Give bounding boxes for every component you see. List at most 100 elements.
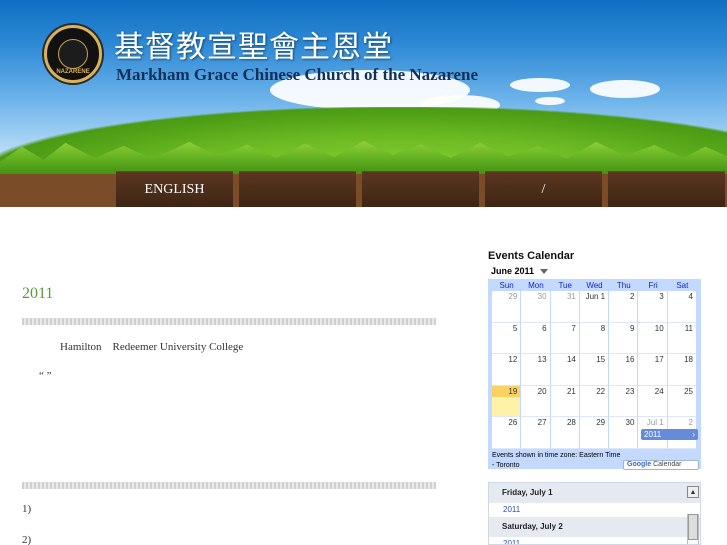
agenda-scrollbar[interactable]: ▲ [687, 486, 699, 544]
calendar-title: Events Calendar [488, 250, 575, 262]
calendar-widget: Sun Mon Tue Wed Thu Fri Sat 29 30 31 Jun… [488, 279, 701, 470]
weekday-label: Tue [558, 281, 572, 290]
day-number: 5 [512, 323, 518, 333]
day-number: 2 [629, 292, 635, 301]
calendar-day[interactable]: 24 [638, 385, 668, 418]
day-number: 27 [537, 418, 547, 428]
nav-item-english[interactable]: ENGLISH [116, 171, 233, 207]
nav-item-3[interactable] [362, 171, 479, 207]
site-title-chinese: 基督教宣聖會主恩堂 [114, 30, 393, 65]
nav-item-2[interactable] [239, 171, 356, 207]
day-number: Jun 1 [585, 292, 606, 301]
calendar-day[interactable]: 29 [579, 417, 610, 449]
cloud-decoration [590, 80, 660, 98]
day-number: 30 [537, 292, 547, 301]
agenda-event[interactable]: 2011 [489, 537, 700, 544]
calendar-day[interactable]: 20 [521, 385, 551, 418]
calendar-day[interactable]: 28 [550, 417, 580, 449]
day-number: 31 [566, 292, 576, 301]
agenda-list: Friday, July 1 2011 Saturday, July 2 201… [488, 482, 701, 545]
day-number: 26 [508, 418, 518, 428]
calendar-day[interactable]: 31 [550, 291, 580, 323]
weekday-label: Mon [528, 281, 544, 290]
day-number: 7 [571, 323, 576, 333]
calendar-grid: 29 30 31 Jun 1 2 3 4 5 6 7 8 9 10 11 12 … [492, 291, 697, 449]
scroll-up-icon[interactable]: ▲ [687, 486, 699, 498]
calendar-day[interactable]: 16 [609, 354, 639, 386]
day-number: 12 [508, 355, 518, 365]
calendar-day[interactable]: 7 [550, 322, 580, 355]
post-year-heading[interactable]: 2011 [22, 285, 53, 303]
calendar-day[interactable]: 15 [579, 354, 610, 386]
calendar-day-today[interactable]: 19 [492, 385, 522, 418]
day-number: 14 [566, 355, 576, 365]
day-number: 10 [654, 323, 664, 333]
agenda-day-header: Friday, July 1 [489, 483, 700, 503]
weekday-label: Sat [676, 281, 689, 290]
calendar-day[interactable]: 9 [609, 322, 639, 355]
timezone-note: Events shown in time zone: Eastern Time … [492, 452, 621, 469]
google-calendar-button[interactable]: Google Calendar [623, 460, 699, 470]
nav-item-4[interactable]: / [485, 171, 602, 207]
calendar-day[interactable]: 29 [492, 291, 522, 323]
main-nav: ENGLISH / [116, 171, 725, 207]
calendar-day[interactable]: 13 [521, 354, 551, 386]
calendar-day[interactable]: 17 [638, 354, 668, 386]
calendar-day[interactable]: 18 [667, 354, 697, 386]
church-logo[interactable]: NAZARENE [44, 25, 102, 83]
calendar-day[interactable]: 5 [492, 322, 522, 355]
calendar-day[interactable]: 30 [609, 417, 639, 449]
calendar-day[interactable]: 22 [579, 385, 610, 418]
day-number: 22 [596, 386, 606, 396]
weekday-label: Sun [499, 281, 514, 290]
day-number: 16 [625, 355, 635, 365]
calendar-day[interactable]: 14 [550, 354, 580, 386]
divider [22, 482, 436, 489]
calendar-month-selector[interactable]: June 2011 [491, 266, 549, 276]
cloud-decoration [510, 78, 570, 92]
divider [22, 318, 436, 325]
scroll-track[interactable] [687, 514, 699, 544]
google-calendar-label: Calendar [653, 461, 682, 468]
calendar-event-label: 2011 [644, 430, 662, 439]
calendar-day[interactable]: 10 [638, 322, 668, 355]
calendar-day[interactable]: 2 [609, 291, 639, 323]
calendar-day[interactable]: 12 [492, 354, 522, 386]
chevron-down-icon[interactable] [540, 269, 549, 275]
arrow-right-icon: › [692, 430, 695, 439]
calendar-day[interactable]: 4 [667, 291, 697, 323]
list-item: 1) [22, 503, 32, 515]
day-number: 25 [684, 386, 693, 396]
calendar-day[interactable]: 25 [667, 385, 697, 418]
calendar-day[interactable]: 6 [521, 322, 551, 355]
calendar-day[interactable]: 30 [521, 291, 551, 323]
day-number: 24 [654, 386, 664, 396]
calendar-day[interactable]: 26 [492, 417, 522, 449]
calendar-day[interactable]: Jun 1 [579, 291, 610, 323]
agenda-event[interactable]: 2011 [489, 503, 700, 517]
calendar-day[interactable]: 8 [579, 322, 610, 355]
day-number: 30 [625, 418, 635, 428]
nav-item-5[interactable] [608, 171, 725, 207]
weekday-label: Fri [648, 281, 658, 290]
scroll-thumb[interactable] [688, 514, 698, 540]
day-number: 20 [537, 386, 547, 396]
post-paragraph: Hamilton Redeemer University College [60, 341, 244, 353]
calendar-event-chip[interactable]: 2011 › [641, 429, 698, 440]
calendar-day[interactable]: 21 [550, 385, 580, 418]
logo-emblem-icon [58, 39, 88, 69]
calendar-day[interactable]: 23 [609, 385, 639, 418]
calendar-day[interactable]: 27 [521, 417, 551, 449]
day-number: 11 [684, 323, 693, 333]
day-number: 13 [537, 355, 547, 365]
day-number: 29 [596, 418, 606, 428]
agenda-day-header: Saturday, July 2 [489, 517, 700, 537]
day-number: 21 [566, 386, 576, 396]
day-number: 15 [596, 355, 606, 365]
post-quote: “ ” [39, 370, 52, 382]
calendar-day[interactable]: 11 [667, 322, 697, 355]
calendar-day[interactable]: 3 [638, 291, 668, 323]
day-number: 18 [684, 355, 693, 365]
day-number: 9 [629, 323, 635, 333]
day-number: 6 [542, 323, 547, 333]
